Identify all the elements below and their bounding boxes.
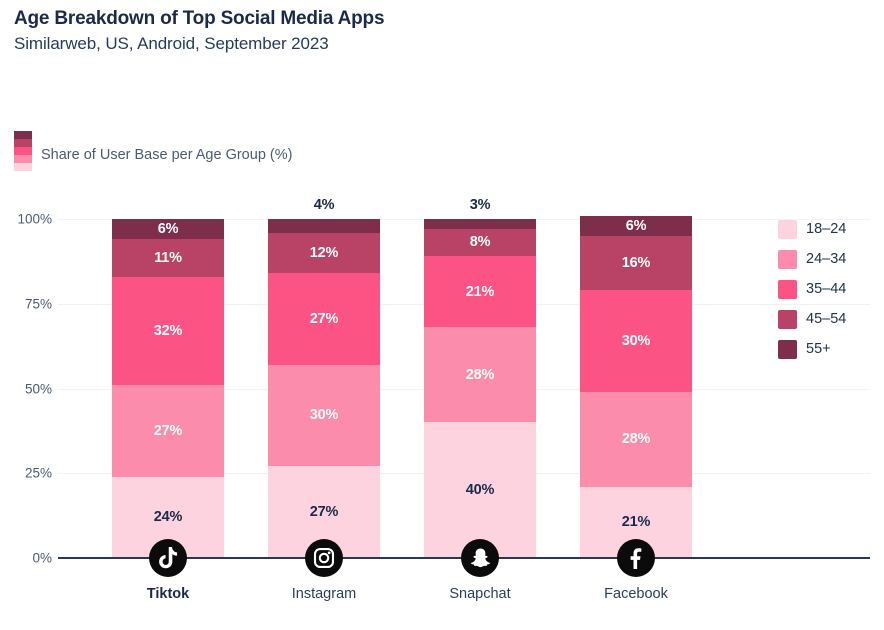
bar-segment-label: 21%	[621, 514, 651, 531]
bar-segment-label: 27%	[309, 503, 339, 520]
facebook-icon	[617, 539, 655, 577]
bar-segment-label: 6%	[625, 217, 647, 234]
legend-item[interactable]: 55+	[778, 334, 846, 364]
bar-segment[interactable]: 21%	[424, 256, 536, 328]
bar-segment[interactable]: 6%	[580, 215, 692, 236]
bar-segment[interactable]: 6%	[112, 219, 224, 240]
bar-segment-label: 27%	[309, 310, 339, 327]
bar-segment-label: 30%	[309, 407, 339, 424]
bar-segment[interactable]: 16%	[580, 235, 692, 291]
legend-item-label: 18–24	[806, 221, 847, 237]
legend-swatch-icon	[778, 339, 797, 359]
axis-key-label: Share of User Base per Age Group (%)	[41, 147, 293, 163]
bar-segment-label: 32%	[153, 322, 183, 339]
bar-segment-label: 28%	[621, 431, 651, 448]
bar-segment-label: 12%	[309, 244, 339, 261]
y-axis-tick-label: 0%	[32, 550, 52, 566]
bar-segment[interactable]: 32%	[112, 276, 224, 386]
bar-segment[interactable]	[424, 219, 536, 230]
page-subtitle: Similarweb, US, Android, September 2023	[14, 34, 329, 53]
legend-item[interactable]: 35–44	[778, 274, 846, 304]
legend-item[interactable]: 45–54	[778, 304, 846, 334]
bar-group[interactable]: 27% 30% 27% 12%	[268, 219, 380, 558]
bar-segment[interactable]: 30%	[580, 290, 692, 392]
instagram-icon	[305, 539, 343, 577]
legend-item[interactable]: 18–24	[778, 214, 846, 244]
bar-segment[interactable]: 28%	[580, 391, 692, 487]
bar-segment-label: 40%	[465, 481, 495, 498]
tiktok-icon	[149, 539, 187, 577]
bar-group[interactable]: 21% 28% 30% 16% 6%	[580, 215, 692, 558]
bar-segment-label-outside: 4%	[313, 197, 335, 213]
bar-segment-label: 30%	[621, 332, 651, 349]
legend-item-label: 55+	[806, 341, 831, 357]
x-axis-category-label: Snapchat	[449, 586, 511, 602]
legend-swatch-icon	[778, 279, 797, 299]
legend-item-label: 24–34	[806, 251, 847, 267]
bar-segment[interactable]: 40%	[424, 422, 536, 558]
y-axis-tick-label: 25%	[24, 465, 52, 481]
x-axis-category-label: Tiktok	[146, 586, 190, 602]
bar-segment[interactable]: 27%	[112, 385, 224, 477]
bar-segment-label: 27%	[153, 422, 183, 439]
bar-segment[interactable]: 28%	[424, 327, 536, 423]
y-axis-tick-label: 100%	[17, 211, 52, 227]
legend-item-label: 35–44	[806, 281, 847, 297]
snapchat-icon	[461, 539, 499, 577]
bar-segment-label: 8%	[469, 234, 491, 251]
x-axis-category-label: Instagram	[291, 586, 357, 602]
bar-segment-label: 28%	[465, 366, 495, 383]
bar-segment-label-outside: 3%	[469, 197, 491, 213]
plot-area: 24% 27% 32% 11% 6% 4% 27% 30% 27% 12% 3% 40% 28% 21% 8…	[58, 197, 870, 558]
chart-canvas: Age Breakdown of Top Social Media Apps S…	[0, 0, 884, 630]
legend-swatch-icon	[778, 309, 797, 329]
bar-segment-label: 11%	[154, 249, 182, 266]
legend-swatch-icon	[778, 249, 797, 269]
bar-segment-label: 16%	[621, 254, 651, 271]
y-axis: 0% 25% 50% 75% 100%	[0, 0, 52, 630]
bar-segment[interactable]: 27%	[268, 273, 380, 365]
bar-segment[interactable]: 30%	[268, 364, 380, 467]
legend-swatch-icon	[778, 219, 797, 239]
legend-item[interactable]: 24–34	[778, 244, 846, 274]
page-title: Age Breakdown of Top Social Media Apps	[14, 8, 385, 29]
y-axis-tick-label: 50%	[24, 381, 52, 396]
x-axis-category-label: Facebook	[604, 586, 668, 602]
y-axis-tick-label: 75%	[24, 296, 52, 312]
legend: 18–24 24–34 35–44 45–54 55+	[778, 214, 846, 364]
bar-segment[interactable]	[268, 219, 380, 233]
bar-segment[interactable]: 11%	[112, 239, 224, 277]
bar-segment[interactable]: 12%	[268, 232, 380, 274]
bar-segment-label: 21%	[465, 283, 495, 300]
bar-group[interactable]: 24% 27% 32% 11% 6%	[112, 219, 224, 558]
bar-segment-label: 24%	[153, 509, 183, 526]
bar-group[interactable]: 40% 28% 21% 8%	[424, 219, 536, 558]
legend-item-label: 45–54	[806, 311, 847, 327]
bar-segment-label: 6%	[157, 220, 179, 237]
bar-segment[interactable]: 8%	[424, 229, 536, 257]
